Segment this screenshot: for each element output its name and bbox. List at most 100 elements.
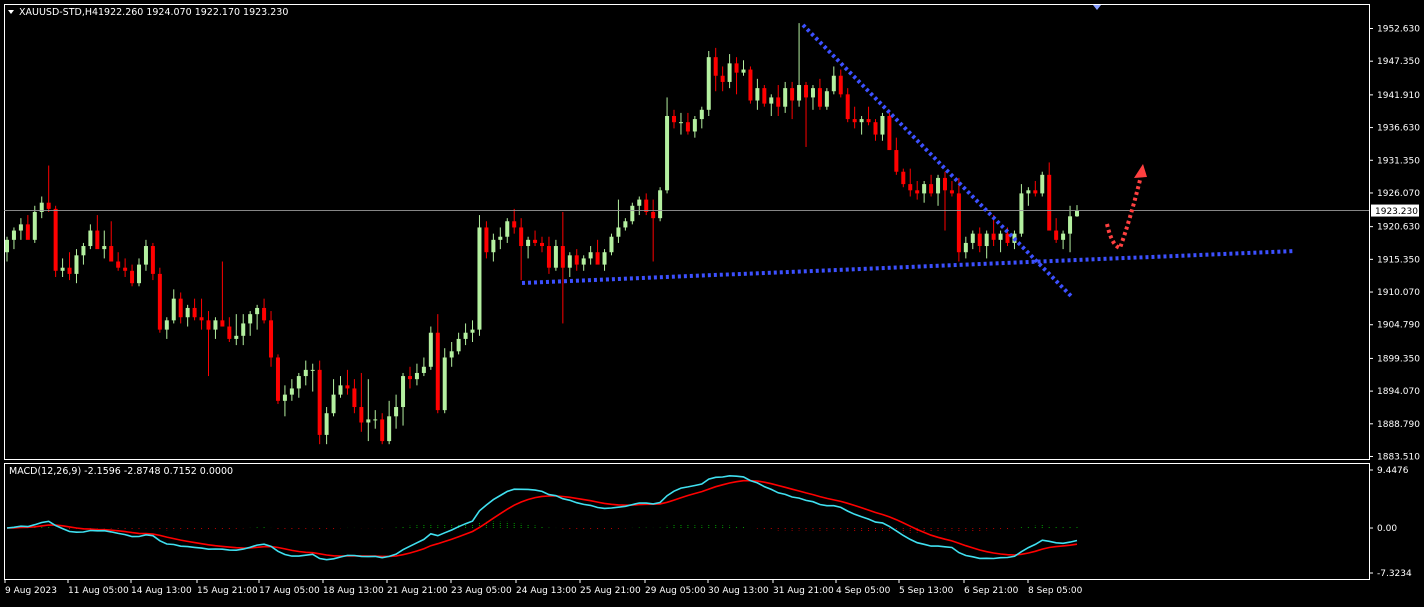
candle [95, 215, 100, 250]
candle-body [310, 369, 315, 371]
candle-body [790, 88, 795, 101]
candle [901, 168, 906, 188]
candle-body [567, 255, 572, 268]
candle [845, 88, 850, 123]
candle-body [949, 190, 954, 194]
candle [484, 221, 489, 259]
candle-body [595, 252, 600, 265]
candle-body [206, 320, 211, 330]
candle [234, 314, 239, 346]
candle-body [922, 184, 927, 194]
time-axis-label: 9 Aug 2023 [5, 586, 57, 596]
candle-body [748, 69, 753, 101]
candle-body [102, 246, 107, 250]
time-axis-label: 6 Sep 21:00 [964, 586, 1019, 596]
candle [407, 366, 412, 389]
candle-body [109, 246, 114, 262]
candle-body [296, 376, 301, 389]
candle [922, 181, 927, 203]
price-axis-label: 1899.350 [1377, 354, 1420, 364]
candle-body [727, 63, 732, 82]
candle [137, 258, 142, 287]
candle-body [977, 233, 982, 247]
candle [39, 196, 44, 219]
candle [282, 385, 287, 417]
macd-axis-label: -7.3234 [1377, 569, 1412, 579]
price-axis-label: 1936.630 [1377, 124, 1420, 134]
candle-body [463, 332, 468, 339]
candle-body [199, 317, 204, 321]
candle [678, 112, 683, 135]
candle-body [901, 171, 906, 185]
candle-body [685, 122, 690, 132]
candle [956, 177, 961, 262]
candle [157, 267, 162, 333]
candle [359, 372, 364, 432]
candle [366, 379, 371, 442]
candle-body [553, 246, 558, 268]
candle [713, 47, 718, 92]
arrowhead-icon [1134, 164, 1147, 178]
price-axis-label: 1947.350 [1377, 57, 1420, 67]
candle-body [658, 190, 663, 219]
candle [727, 54, 732, 89]
candle-body [637, 199, 642, 206]
candle [665, 97, 670, 194]
chart-root: XAUUSD-STD,H4 1922.260 1924.070 1922.170… [0, 0, 1424, 603]
candle-body [609, 236, 614, 253]
macd-panel-border [4, 463, 1370, 580]
dropdown-triangle-icon[interactable] [8, 10, 14, 14]
candle-body [831, 75, 836, 92]
candle [505, 218, 510, 243]
candle [428, 326, 433, 370]
candle [699, 106, 704, 129]
candle-body [32, 211, 37, 240]
candle-body [282, 394, 287, 401]
candle [5, 236, 9, 262]
candle [32, 205, 37, 243]
candle-body [456, 338, 461, 352]
candle [25, 215, 30, 240]
candle [269, 311, 274, 367]
candle [741, 60, 746, 76]
candle [894, 137, 899, 175]
candle [838, 69, 843, 98]
price-axis-label: 1910.070 [1377, 288, 1420, 298]
candle [831, 66, 836, 95]
candle-body [1026, 190, 1031, 194]
candle [852, 106, 857, 129]
candle-body [602, 252, 607, 265]
candle-body [150, 246, 155, 274]
candle-body [53, 208, 58, 271]
candle [540, 236, 544, 253]
candle-body [956, 193, 961, 253]
shift-marker-icon [1093, 5, 1101, 10]
candle-body [616, 227, 621, 237]
candle [18, 218, 23, 240]
candle-body [421, 366, 426, 373]
ohlc-readout: 1922.260 1924.070 1922.170 1923.230 [98, 7, 288, 18]
time-axis-label: 17 Aug 05:00 [259, 586, 320, 596]
price-axis-label: 1926.070 [1377, 189, 1420, 199]
time-axis-label: 30 Aug 13:00 [708, 586, 769, 596]
candle [595, 239, 600, 265]
candle-body [289, 388, 294, 395]
candle-body [984, 233, 989, 247]
candle-body [46, 202, 51, 209]
support-trendline [521, 249, 1296, 285]
candle [213, 317, 218, 339]
candle [185, 304, 190, 327]
candle-body [810, 88, 815, 98]
candle [651, 199, 656, 262]
candle [553, 239, 558, 271]
candle [644, 193, 649, 216]
candle [414, 363, 419, 386]
candle-body [352, 388, 357, 408]
candle [804, 81, 809, 147]
candle-body [234, 335, 239, 339]
candle-body [359, 407, 364, 423]
candle-body [526, 239, 531, 247]
candle-body [852, 119, 857, 123]
candle-body [845, 94, 850, 120]
candle-body [303, 369, 308, 377]
